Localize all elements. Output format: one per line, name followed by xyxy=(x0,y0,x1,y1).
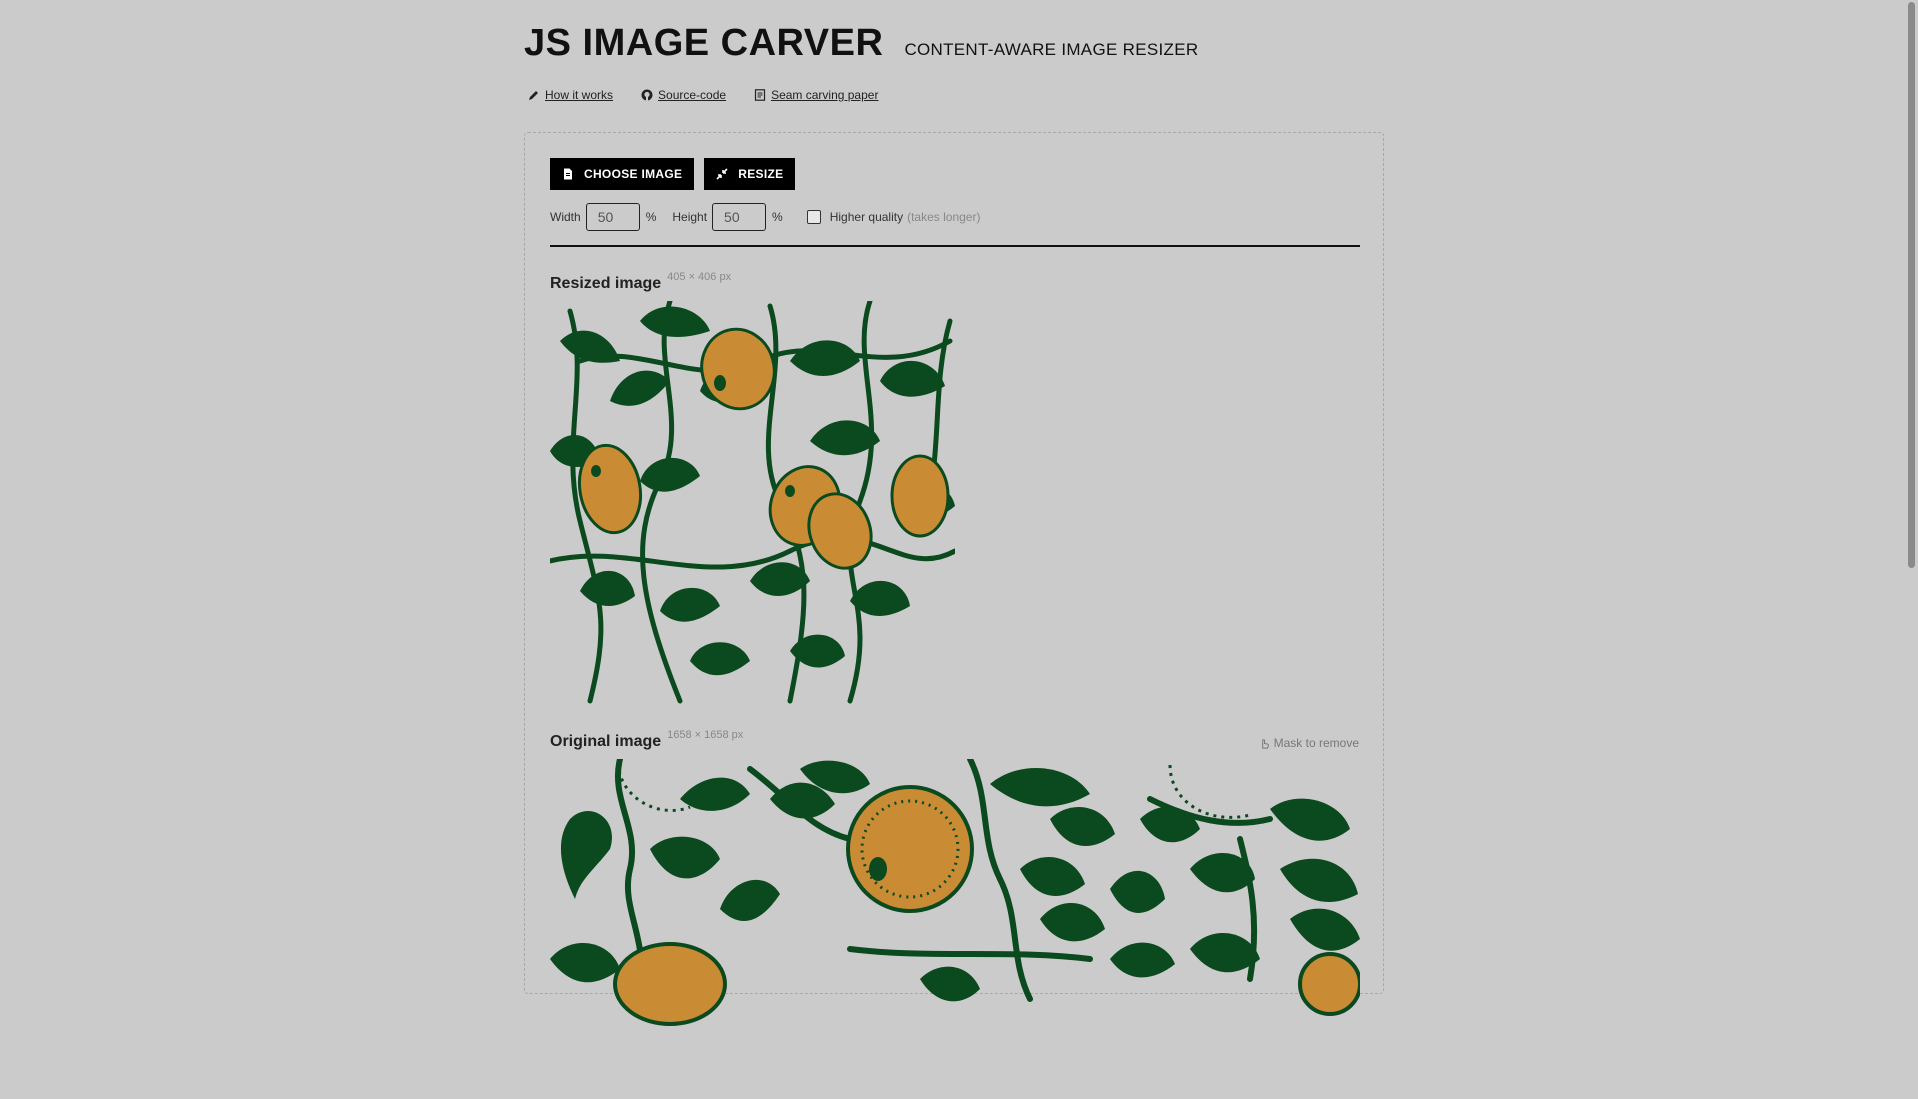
toolbar: CHOOSE IMAGE RESIZE xyxy=(550,158,796,190)
higher-quality-checkbox[interactable] xyxy=(806,210,821,224)
source-code-label: Source-code xyxy=(658,88,727,102)
resize-controls: Width % Height % Higher quality (takes l… xyxy=(550,203,980,231)
file-icon xyxy=(564,168,572,180)
height-unit: % xyxy=(772,210,783,224)
mask-to-remove-label: Mask to remove xyxy=(1273,736,1359,750)
header-links: How it works Source-code Seam carving pa… xyxy=(528,88,878,102)
github-icon xyxy=(641,89,653,101)
resized-image xyxy=(550,301,955,704)
divider xyxy=(550,245,1360,247)
how-it-works-link[interactable]: How it works xyxy=(528,88,613,102)
width-input[interactable] xyxy=(585,203,640,231)
width-label: Width xyxy=(550,210,581,224)
resized-image-title: Resized image xyxy=(550,275,662,292)
resize-label: RESIZE xyxy=(738,167,784,181)
resized-image-dimensions: 405 × 406 px xyxy=(667,271,732,283)
seam-carving-paper-link[interactable]: Seam carving paper xyxy=(754,88,878,102)
document-icon xyxy=(754,89,766,101)
resize-button[interactable]: RESIZE xyxy=(704,158,796,190)
higher-quality-label: Higher quality xyxy=(829,210,904,224)
shrink-icon xyxy=(716,168,728,180)
page-scrollbar[interactable] xyxy=(1904,0,1918,966)
header: JS IMAGE CARVER CONTENT-AWARE IMAGE RESI… xyxy=(524,22,1198,65)
original-image-title: Original image xyxy=(550,733,662,750)
original-image xyxy=(550,759,1360,1026)
source-code-link[interactable]: Source-code xyxy=(641,88,726,102)
how-it-works-label: How it works xyxy=(545,88,614,102)
main-panel: CHOOSE IMAGE RESIZE Width % Height % Hig… xyxy=(524,132,1384,1026)
pointer-hand-icon xyxy=(1261,738,1269,749)
height-input[interactable] xyxy=(712,203,767,231)
app-subtitle: CONTENT-AWARE IMAGE RESIZER xyxy=(904,40,1199,59)
choose-image-button[interactable]: CHOOSE IMAGE xyxy=(550,158,695,190)
higher-quality-hint: (takes longer) xyxy=(907,210,981,224)
resized-image-header: Resized image 405 × 406 px xyxy=(550,271,731,293)
height-label: Height xyxy=(672,210,708,224)
width-unit: % xyxy=(645,210,657,224)
original-image-dimensions: 1658 × 1658 px xyxy=(667,729,744,741)
choose-image-label: CHOOSE IMAGE xyxy=(584,167,683,181)
seam-carving-paper-label: Seam carving paper xyxy=(771,88,879,102)
app-title: JS IMAGE CARVER xyxy=(524,22,884,64)
scrollbar-thumb[interactable] xyxy=(1908,2,1915,568)
pencil-icon xyxy=(529,91,538,100)
original-image-header: Original image 1658 × 1658 px xyxy=(550,729,743,751)
mask-to-remove-button[interactable]: Mask to remove xyxy=(1259,736,1359,750)
